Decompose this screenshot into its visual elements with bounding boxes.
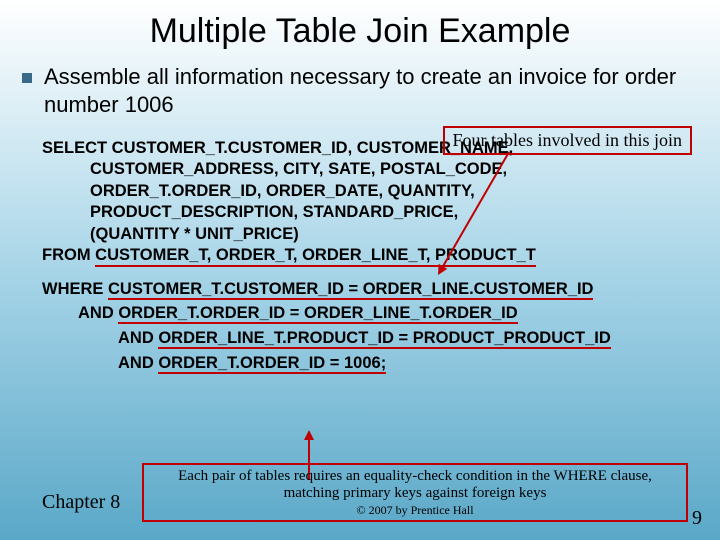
and-keyword: AND: [118, 329, 158, 347]
page-number: 9: [692, 507, 702, 530]
callout-bottom-line: matching primary keys against foreign ke…: [152, 485, 678, 502]
where-cond: ORDER_T.ORDER_ID = 1006;: [158, 354, 386, 374]
callout-bottom-line: Each pair of tables requires an equality…: [152, 468, 678, 485]
slide-title: Multiple Table Join Example: [0, 0, 720, 51]
bullet-text: Assemble all information necessary to cr…: [44, 63, 690, 118]
where-cond: ORDER_T.ORDER_ID = ORDER_LINE_T.ORDER_ID: [118, 304, 517, 324]
sql-from-tables: CUSTOMER_T, ORDER_T, ORDER_LINE_T, PRODU…: [95, 246, 536, 267]
copyright: © 2007 by Prentice Hall: [152, 504, 678, 518]
callout-top: Four tables involved in this join: [443, 126, 693, 155]
sql-from-keyword: FROM: [42, 246, 95, 264]
bullet-icon: [22, 73, 32, 83]
where-cond: ORDER_LINE_T.PRODUCT_ID = PRODUCT_PRODUC…: [158, 329, 610, 349]
sql-where-block: WHERE CUSTOMER_T.CUSTOMER_ID = ORDER_LIN…: [42, 277, 688, 376]
sql-line: PRODUCT_DESCRIPTION, STANDARD_PRICE,: [42, 202, 688, 223]
sql-line: (QUANTITY * UNIT_PRICE): [42, 224, 688, 245]
callout-bottom: Each pair of tables requires an equality…: [142, 463, 688, 522]
chapter-label: Chapter 8: [42, 491, 120, 514]
and-keyword: AND: [118, 354, 158, 372]
sql-line: CUSTOMER_ADDRESS, CITY, SATE, POSTAL_COD…: [42, 159, 688, 180]
sql-select-block: SELECT CUSTOMER_T.CUSTOMER_ID, CUSTOMER_…: [42, 138, 688, 267]
sql-line: ORDER_T.ORDER_ID, ORDER_DATE, QUANTITY,: [42, 181, 688, 202]
where-keyword: WHERE: [42, 280, 108, 298]
where-cond: CUSTOMER_T.CUSTOMER_ID = ORDER_LINE.CUST…: [108, 280, 593, 300]
bullet-row: Assemble all information necessary to cr…: [0, 51, 720, 120]
and-keyword: AND: [78, 304, 118, 322]
